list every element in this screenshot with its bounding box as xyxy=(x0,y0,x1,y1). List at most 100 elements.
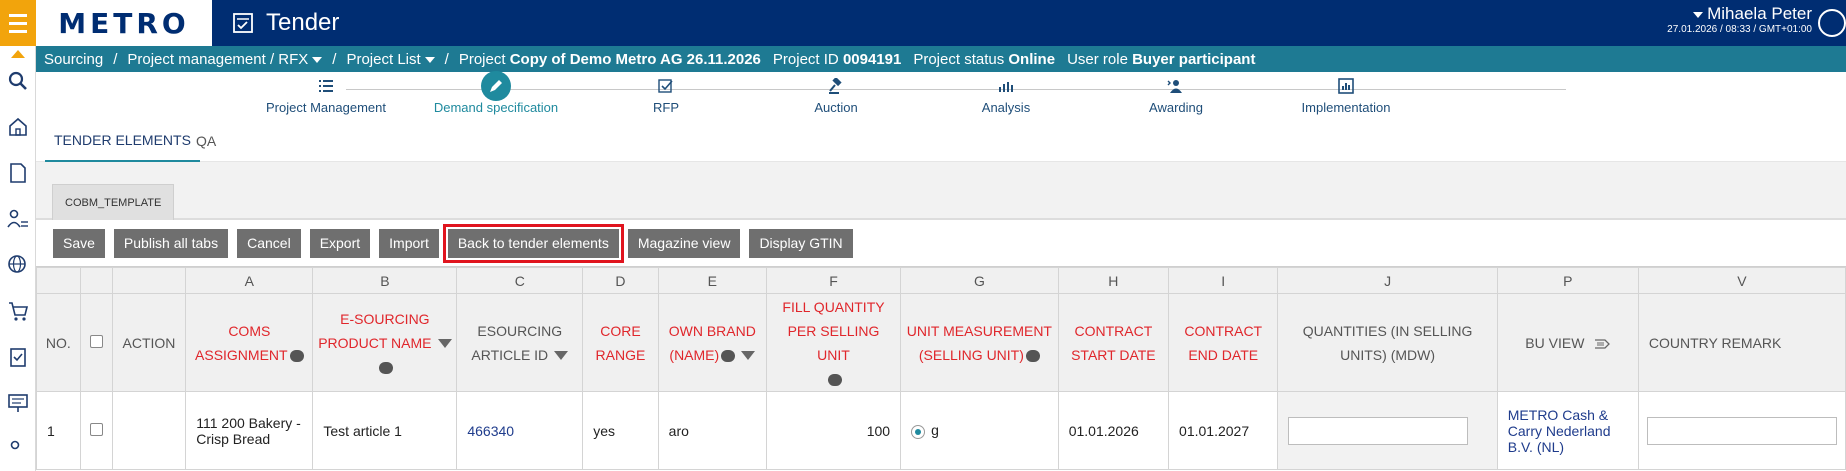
header-action: ACTION xyxy=(111,293,187,392)
breadcrumb-separator: / xyxy=(332,50,337,68)
column-letter xyxy=(79,267,113,294)
header-no: NO. xyxy=(36,293,81,392)
export-button[interactable]: Export xyxy=(309,228,371,258)
row-checkbox[interactable] xyxy=(89,422,103,436)
globe-search-icon[interactable] xyxy=(0,242,36,288)
cell-core-range: yes xyxy=(582,391,659,470)
clipboard-icon[interactable] xyxy=(0,334,36,380)
table-row[interactable]: 1 111 200 Bakery - Crisp Bread Test arti… xyxy=(36,391,1846,470)
cart-icon[interactable] xyxy=(0,288,36,334)
info-icon[interactable] xyxy=(1025,349,1040,362)
breadcrumb-project-mgmt[interactable]: Project management / RFX xyxy=(127,51,323,68)
subtab-bar: COBM_TEMPLATE xyxy=(36,184,1846,220)
user-datetime: 27.01.2026 / 08:33 / GMT+01:00 xyxy=(1667,24,1812,35)
cell-contract-start: 01.01.2026 xyxy=(1057,391,1170,470)
breadcrumb-sourcing[interactable]: Sourcing xyxy=(44,51,103,68)
tab-tender-elements[interactable]: TENDER ELEMENTS xyxy=(45,120,200,162)
breadcrumb-project: Project Copy of Demo Metro AG 26.11.2026 xyxy=(458,50,761,68)
avatar-icon[interactable] xyxy=(1818,9,1846,37)
hamburger-menu-icon[interactable] xyxy=(0,0,36,46)
presentation-icon[interactable] xyxy=(0,380,36,426)
award-icon xyxy=(1167,80,1182,93)
info-icon[interactable] xyxy=(289,349,304,362)
workflow-steps: Project Management Demand specification … xyxy=(36,71,1846,120)
unit-radio[interactable] xyxy=(911,424,926,439)
tender-icon xyxy=(233,13,253,33)
filter-icon[interactable] xyxy=(554,351,569,361)
cell-contract-end: 01.01.2027 xyxy=(1168,391,1279,470)
cell-action[interactable] xyxy=(111,391,187,470)
cell-fill-quantity: 100 xyxy=(765,391,902,470)
filter-icon[interactable] xyxy=(437,339,452,349)
step-implementation[interactable]: Implementation xyxy=(1256,72,1436,115)
home-icon[interactable] xyxy=(0,104,36,150)
gavel-icon xyxy=(829,78,842,94)
cell-own-brand: aro xyxy=(657,391,767,470)
header-article-id: ESOURCING ARTICLE ID xyxy=(456,293,584,392)
import-button[interactable]: Import xyxy=(379,228,439,258)
breadcrumb-status: Project status Online xyxy=(913,50,1056,68)
info-icon[interactable] xyxy=(378,361,393,374)
back-to-tender-elements-button[interactable]: Back to tender elements xyxy=(442,223,624,263)
step-awarding[interactable]: Awarding xyxy=(1086,72,1266,115)
step-label: Auction xyxy=(814,100,858,115)
checkbox-icon xyxy=(658,79,673,93)
user-name[interactable]: Mihaela Peter xyxy=(1707,4,1812,23)
app-title: Tender xyxy=(232,0,339,46)
step-project-management[interactable]: Project Management xyxy=(236,72,416,115)
breadcrumb-project-id: Project ID 0094191 xyxy=(772,50,902,68)
sort-icon[interactable] xyxy=(1594,338,1611,350)
chevron-down-icon xyxy=(312,56,323,63)
step-analysis[interactable]: Analysis xyxy=(916,72,1096,115)
column-letter: A xyxy=(185,267,314,294)
header-contract-start: CONTRACT START DATE xyxy=(1057,293,1170,392)
cell-coms: 111 200 Bakery - Crisp Bread xyxy=(185,391,314,470)
search-icon[interactable] xyxy=(0,58,36,104)
display-gtin-button[interactable]: Display GTIN xyxy=(749,228,853,258)
column-letter: D xyxy=(582,267,659,294)
user-list-icon[interactable] xyxy=(0,196,36,242)
article-id-link[interactable]: 466340 xyxy=(467,423,514,439)
breadcrumb-separator: / xyxy=(113,50,118,68)
caret-up-icon xyxy=(10,50,25,58)
save-button[interactable]: Save xyxy=(53,228,105,258)
quantities-input[interactable] xyxy=(1288,416,1469,445)
column-header-row: NO. ACTION COMS ASSIGNMENT E-SOURCING PR… xyxy=(36,293,1846,392)
step-auction[interactable]: Auction xyxy=(746,72,926,115)
list-icon xyxy=(319,80,333,92)
user-settings-icon[interactable] xyxy=(0,426,36,471)
header-fill-quantity: FILL QUANTITY PER SELLING UNIT xyxy=(765,293,902,392)
cancel-button[interactable]: Cancel xyxy=(237,228,301,258)
column-letter: F xyxy=(765,267,902,294)
country-remark-input[interactable] xyxy=(1646,416,1837,445)
step-label: Implementation xyxy=(1301,100,1391,115)
publish-all-tabs-button[interactable]: Publish all tabs xyxy=(113,228,229,258)
user-menu[interactable]: Mihaela Peter 27.01.2026 / 08:33 / GMT+0… xyxy=(1667,4,1812,35)
bu-link[interactable]: METRO Cash & Carry Nederland B.V. (NL) xyxy=(1508,407,1611,455)
magazine-view-button[interactable]: Magazine view xyxy=(627,228,741,258)
column-letter: E xyxy=(657,267,767,294)
toolbar: Save Publish all tabs Cancel Export Impo… xyxy=(36,221,1846,265)
subtab-cobm-template[interactable]: COBM_TEMPLATE xyxy=(52,184,175,220)
cell-select xyxy=(79,391,113,470)
metro-logo[interactable]: METRO xyxy=(36,0,212,46)
chevron-down-icon xyxy=(424,56,435,63)
select-all-checkbox[interactable] xyxy=(89,334,103,348)
info-icon[interactable] xyxy=(721,349,736,362)
info-icon[interactable] xyxy=(827,373,842,386)
header-unit-measurement: UNIT MEASUREMENT (SELLING UNIT) xyxy=(900,293,1059,392)
tab-qa[interactable]: QA xyxy=(196,120,216,162)
document-icon[interactable] xyxy=(0,150,36,196)
tab-bar: TENDER ELEMENTS QA xyxy=(36,120,1846,162)
breadcrumb-project-list[interactable]: Project List xyxy=(346,51,435,68)
cell-unit: g xyxy=(900,391,1059,470)
header-bu-view: BU VIEW xyxy=(1496,293,1639,392)
header-country-remark: COUNTRY REMARK xyxy=(1637,293,1846,392)
step-demand-specification[interactable]: Demand specification xyxy=(406,71,586,115)
filter-icon[interactable] xyxy=(741,351,756,361)
column-letter xyxy=(36,267,81,294)
cell-quantities xyxy=(1277,391,1498,470)
tab-spacer xyxy=(36,162,1846,184)
step-rfp[interactable]: RFP xyxy=(576,72,756,115)
step-label: Awarding xyxy=(1149,100,1203,115)
